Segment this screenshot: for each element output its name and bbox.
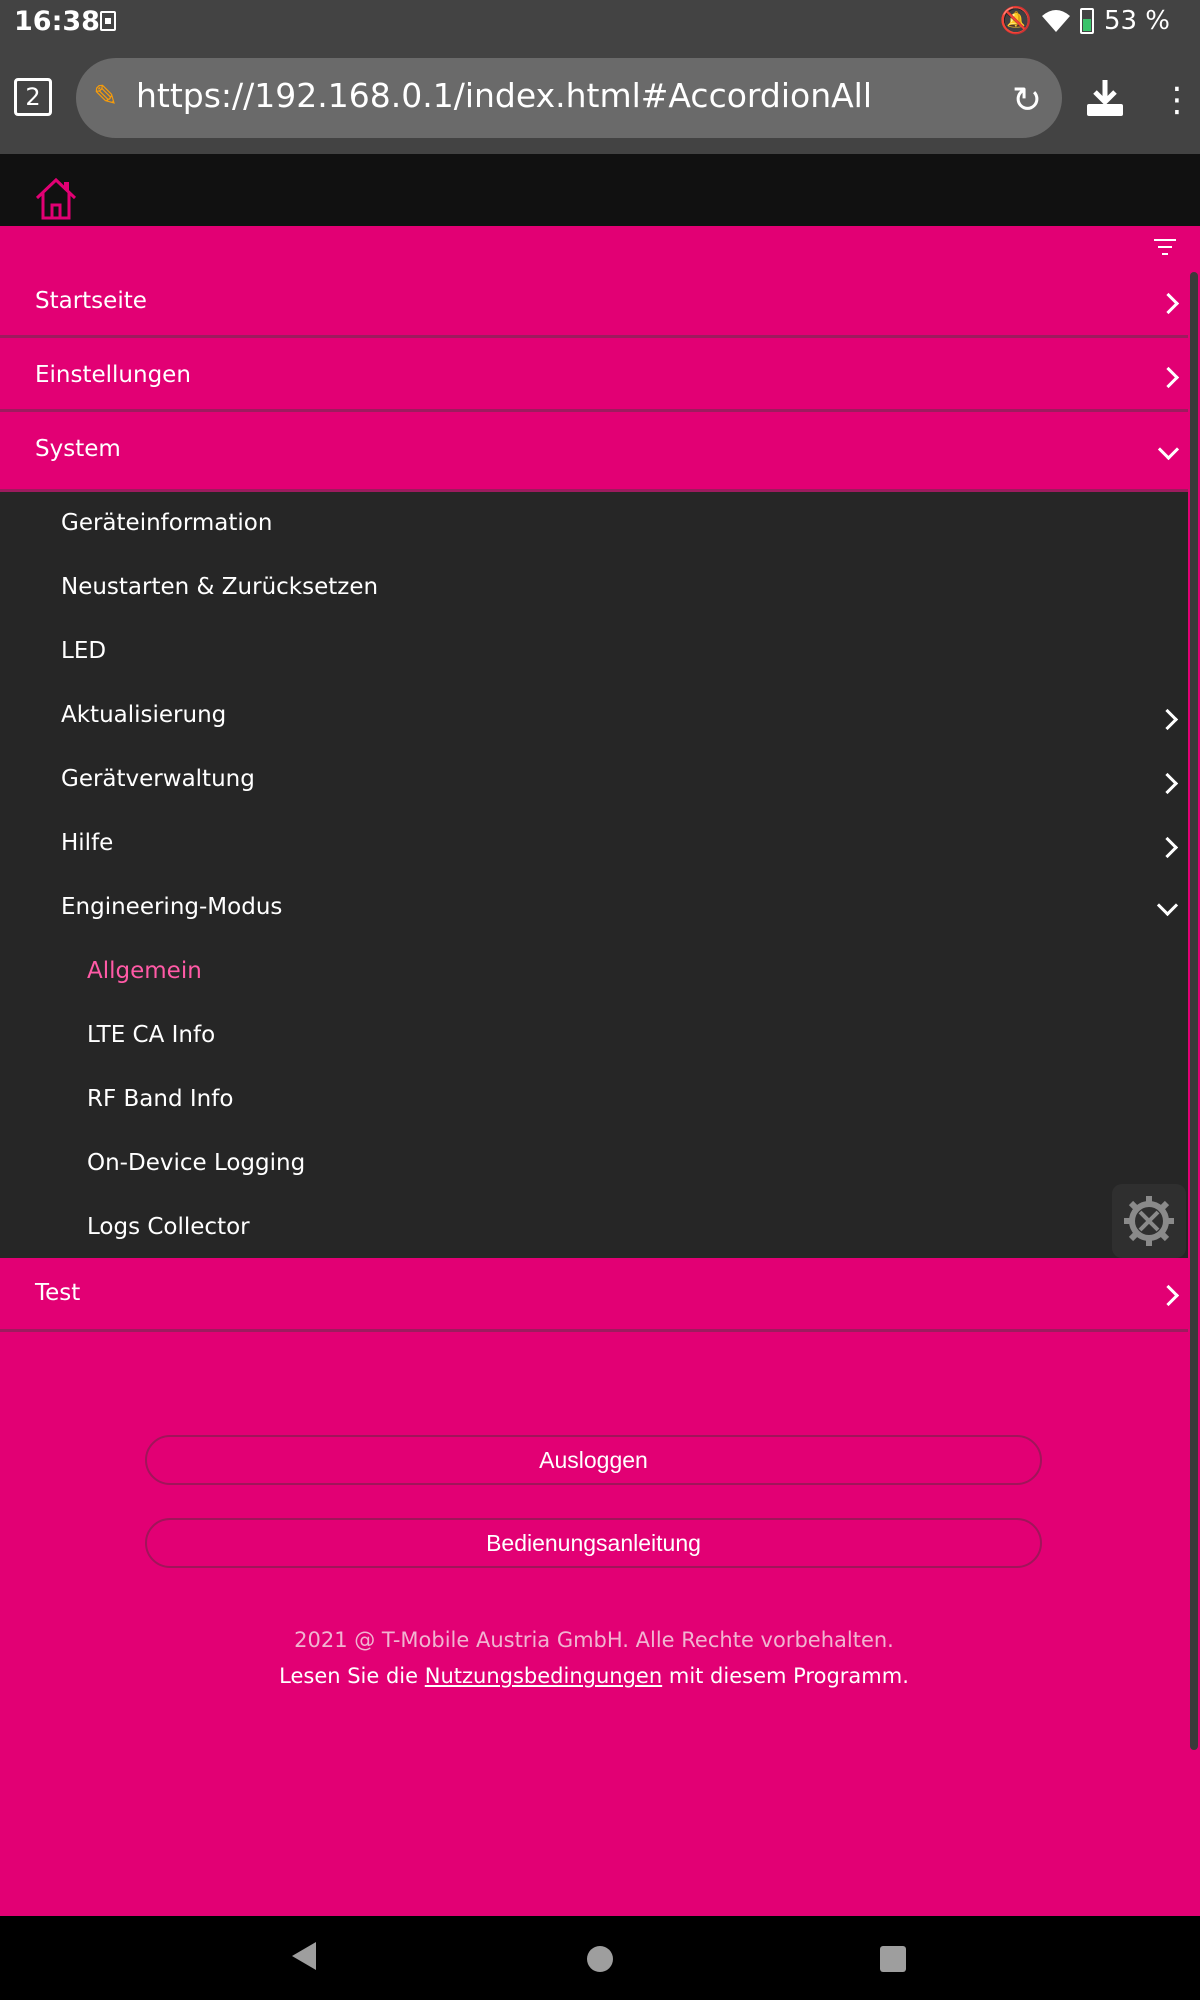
terms-notice: Lesen Sie die Nutzungsbedingungen mit di…: [0, 1664, 1188, 1688]
back-icon[interactable]: [292, 1942, 316, 1970]
copyright-text: 2021 @ T-Mobile Austria GmbH. Alle Recht…: [294, 1628, 894, 1652]
insecure-lock-icon[interactable]: ✎: [93, 82, 123, 112]
submenu-item-geraeteinformation[interactable]: Geräteinformation: [0, 492, 1188, 556]
menu-item-label: Test: [35, 1280, 81, 1306]
chevron-right-icon: [1156, 708, 1179, 731]
engineering-item-allgemein[interactable]: Allgemein: [0, 940, 1188, 1004]
chevron-down-icon: [1156, 894, 1179, 917]
submenu-item-label: Neustarten & Zurücksetzen: [61, 574, 379, 600]
overflow-menu-icon[interactable]: ⋮: [1160, 80, 1194, 120]
submenu-item-label: Engineering-Modus: [61, 894, 283, 920]
engineering-item-on-device-logging[interactable]: On-Device Logging: [0, 1132, 1188, 1196]
menu-item-label: Einstellungen: [35, 362, 191, 388]
menu-item-einstellungen[interactable]: Einstellungen: [0, 340, 1188, 412]
submenu-item-label: Aktualisierung: [61, 702, 227, 728]
battery-percent: 53 %: [1103, 6, 1170, 36]
engineering-item-logs-collector[interactable]: Logs Collector: [0, 1196, 1188, 1260]
submenu-item-label: Logs Collector: [87, 1214, 250, 1240]
battery-icon: [1079, 8, 1094, 34]
menu-item-system[interactable]: System: [0, 414, 1188, 492]
tab-switcher-button[interactable]: 2: [14, 78, 52, 116]
submenu-item-geraetverwaltung[interactable]: Gerätverwaltung: [0, 748, 1188, 812]
wifi-icon: [1041, 10, 1070, 32]
footer-area: [0, 1332, 1188, 1916]
engineering-item-lte-ca-info[interactable]: LTE CA Info: [0, 1004, 1188, 1068]
reload-icon[interactable]: ↻: [1012, 80, 1042, 121]
engineering-item-rf-band-info[interactable]: RF Band Info: [0, 1068, 1188, 1132]
submenu-item-label: Geräteinformation: [61, 510, 273, 536]
submenu-item-label: LED: [61, 638, 107, 664]
logout-button[interactable]: Ausloggen: [145, 1435, 1042, 1485]
scrollbar-thumb[interactable]: [1190, 272, 1198, 1750]
home-icon[interactable]: [34, 176, 78, 222]
menu-item-label: Startseite: [35, 288, 147, 314]
submenu-item-label: Gerätverwaltung: [61, 766, 255, 792]
submenu-item-label: RF Band Info: [87, 1086, 234, 1112]
url-text[interactable]: https://192.168.0.1/index.html#Accordion…: [136, 76, 872, 115]
submenu-item-led[interactable]: LED: [0, 620, 1188, 684]
manual-button[interactable]: Bedienungsanleitung: [145, 1518, 1042, 1568]
menu-item-startseite[interactable]: Startseite: [0, 266, 1188, 338]
chevron-right-icon: [1156, 772, 1179, 795]
menu-toolbar: [0, 226, 1200, 266]
status-icons: 🔕 53 %: [1000, 6, 1170, 36]
status-bar: 16:38 🔕 53 %: [0, 0, 1200, 44]
submenu-item-aktualisierung[interactable]: Aktualisierung: [0, 684, 1188, 748]
submenu-item-engineering-modus[interactable]: Engineering-Modus: [0, 876, 1188, 940]
gear-tools-icon: [1124, 1196, 1174, 1246]
system-submenu: Geräteinformation Neustarten & Zurückset…: [0, 492, 1188, 1258]
submenu-item-hilfe[interactable]: Hilfe: [0, 812, 1188, 876]
filter-icon[interactable]: [1154, 238, 1176, 256]
sim-icon: [100, 11, 116, 31]
chevron-right-icon: [1157, 1284, 1180, 1307]
chevron-right-icon: [1156, 836, 1179, 859]
tools-fab-button[interactable]: [1112, 1184, 1186, 1258]
submenu-item-neustarten[interactable]: Neustarten & Zurücksetzen: [0, 556, 1188, 620]
download-icon[interactable]: [1083, 76, 1127, 120]
submenu-item-label: Allgemein: [87, 958, 202, 984]
menu-item-label: System: [35, 436, 121, 462]
site-header: [0, 154, 1200, 226]
menu-item-test[interactable]: Test: [0, 1258, 1188, 1332]
terms-prefix: Lesen Sie die: [279, 1664, 419, 1688]
submenu-item-label: Hilfe: [61, 830, 114, 856]
terms-suffix: mit diesem Programm.: [668, 1664, 909, 1688]
chevron-right-icon: [1157, 366, 1180, 389]
recent-apps-icon[interactable]: [880, 1946, 906, 1972]
submenu-item-label: On-Device Logging: [87, 1150, 306, 1176]
home-nav-icon[interactable]: [587, 1946, 613, 1972]
terms-link[interactable]: Nutzungsbedingungen: [425, 1664, 662, 1688]
chevron-right-icon: [1157, 292, 1180, 315]
clock: 16:38: [14, 6, 100, 37]
mute-icon: 🔕: [999, 6, 1032, 36]
chevron-down-icon: [1157, 438, 1180, 461]
submenu-item-label: LTE CA Info: [87, 1022, 216, 1048]
